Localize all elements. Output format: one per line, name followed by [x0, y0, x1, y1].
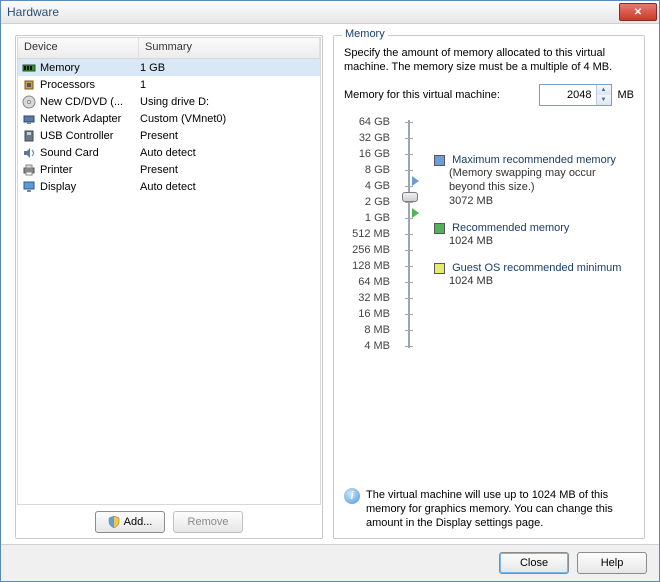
tick-label: 4 GB [344, 178, 390, 194]
cd-icon [22, 95, 36, 109]
device-name: Sound Card [40, 147, 136, 159]
rec-swatch-icon [434, 223, 445, 234]
shield-icon [108, 516, 120, 528]
table-row[interactable]: Display Auto detect [18, 178, 320, 195]
table-row[interactable]: Processors 1 [18, 76, 320, 93]
device-summary: Present [140, 130, 316, 142]
device-table: Device Summary Memory 1 GB Processors 1 New … [17, 37, 321, 505]
table-row[interactable]: New CD/DVD (... Using drive D: [18, 93, 320, 110]
window-title: Hardware [7, 5, 59, 19]
device-summary: Auto detect [140, 147, 316, 159]
device-summary: 1 GB [140, 62, 316, 74]
tick-label: 4 MB [344, 338, 390, 354]
table-row[interactable]: Memory 1 GB [18, 59, 320, 76]
device-name: Memory [40, 62, 136, 74]
info-icon: i [344, 488, 360, 504]
help-button[interactable]: Help [577, 552, 647, 574]
memory-spinner[interactable]: ▲▼ [539, 84, 612, 106]
tick-label: 256 MB [344, 242, 390, 258]
slider-thumb[interactable] [402, 192, 418, 202]
spin-down-icon[interactable]: ▼ [597, 95, 611, 105]
hardware-dialog: Hardware ✕ Device Summary Memory 1 GB Proc… [0, 0, 660, 582]
device-name: Printer [40, 164, 136, 176]
tick-label: 2 GB [344, 194, 390, 210]
device-name: Processors [40, 79, 136, 91]
tick-label: 8 MB [344, 322, 390, 338]
printer-icon [22, 163, 36, 177]
table-row[interactable]: USB Controller Present [18, 127, 320, 144]
slider-ticks: 64 GB32 GB16 GB8 GB4 GB2 GB1 GB512 MB256… [344, 114, 390, 354]
memory-unit: MB [618, 89, 635, 101]
tick-label: 8 GB [344, 162, 390, 178]
memory-group: Memory Specify the amount of memory allo… [333, 35, 645, 539]
device-name: USB Controller [40, 130, 136, 142]
tick-label: 16 GB [344, 146, 390, 162]
display-icon [22, 180, 36, 194]
device-summary: Custom (VMnet0) [140, 113, 316, 125]
min-swatch-icon [434, 263, 445, 274]
usb-icon [22, 129, 36, 143]
add-button[interactable]: Add... [95, 511, 165, 533]
memory-icon [22, 61, 36, 75]
tick-label: 64 GB [344, 114, 390, 130]
memory-label: Memory for this virtual machine: [344, 89, 533, 101]
memory-input[interactable] [540, 85, 596, 105]
tick-label: 1 GB [344, 210, 390, 226]
sound-icon [22, 146, 36, 160]
tick-label: 512 MB [344, 226, 390, 242]
dialog-footer: Close Help [1, 544, 659, 581]
tick-label: 16 MB [344, 306, 390, 322]
tick-label: 128 MB [344, 258, 390, 274]
tick-label: 64 MB [344, 274, 390, 290]
memory-slider[interactable] [398, 114, 420, 354]
column-summary[interactable]: Summary [139, 38, 320, 58]
table-row[interactable]: Network Adapter Custom (VMnet0) [18, 110, 320, 127]
device-list-panel: Device Summary Memory 1 GB Processors 1 New … [15, 35, 323, 539]
close-icon[interactable]: ✕ [619, 3, 657, 21]
group-title: Memory [342, 28, 388, 40]
column-device[interactable]: Device [18, 38, 139, 58]
spin-up-icon[interactable]: ▲ [597, 85, 611, 95]
max-marker-icon [412, 176, 419, 186]
titlebar: Hardware ✕ [1, 1, 659, 24]
device-summary: 1 [140, 79, 316, 91]
device-summary: Present [140, 164, 316, 176]
tick-label: 32 GB [344, 130, 390, 146]
memory-legend: Maximum recommended memory (Memory swapp… [428, 114, 634, 354]
table-row[interactable]: Printer Present [18, 161, 320, 178]
info-message: i The virtual machine will use up to 102… [344, 488, 634, 530]
rec-marker-icon [412, 208, 419, 218]
memory-description: Specify the amount of memory allocated t… [344, 46, 634, 74]
device-name: New CD/DVD (... [40, 96, 136, 108]
max-swatch-icon [434, 155, 445, 166]
processors-icon [22, 78, 36, 92]
close-button[interactable]: Close [499, 552, 569, 574]
device-name: Network Adapter [40, 113, 136, 125]
network-icon [22, 112, 36, 126]
tick-label: 32 MB [344, 290, 390, 306]
device-summary: Using drive D: [140, 96, 316, 108]
device-summary: Auto detect [140, 181, 316, 193]
device-table-header: Device Summary [18, 38, 320, 59]
remove-button: Remove [173, 511, 243, 533]
device-name: Display [40, 181, 136, 193]
table-row[interactable]: Sound Card Auto detect [18, 144, 320, 161]
